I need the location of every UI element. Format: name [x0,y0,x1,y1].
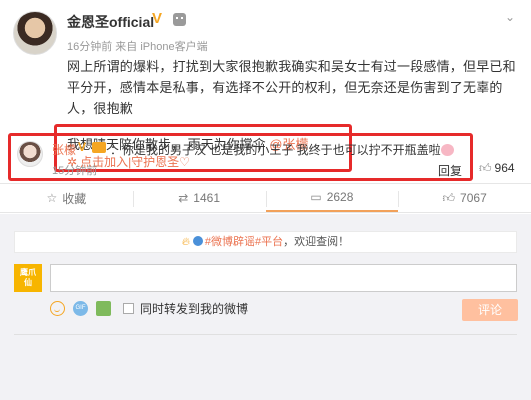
notice-banner[interactable]: 🔥︎ #微博辟谣#平台，欢迎查阅！ [14,231,517,253]
highlight-box [8,133,473,181]
robot-icon [173,13,186,26]
star-icon: ☆ [46,191,58,205]
post-meta: 16分钟前 来自 iPhone客户端 [67,41,208,53]
comment-count: 2628 [326,190,354,204]
like-button[interactable]: 👍︎ 7067 [398,184,531,212]
submit-comment-button[interactable]: 评论 [462,299,518,321]
repost-button[interactable]: ⇄ 1461 [132,184,266,212]
composer-tools: GIF 同时转发到我的微博 [50,300,248,317]
repost-checkbox-label: 同时转发到我的微博 [140,302,249,316]
current-user-avatar: 鹰爪仙 [14,264,42,292]
comment-section: 🔥︎ #微博辟谣#平台，欢迎查阅！ 鹰爪仙 GIF 同时转发到我的微博 评论 [0,214,531,400]
comment-button[interactable]: ▭ 2628 [265,184,399,212]
fire-icon: 🔥︎ [181,236,190,248]
comment-icon: ▭ [310,190,322,204]
repost-count: 1461 [193,191,220,205]
comment-input[interactable] [50,264,517,292]
favorite-button[interactable]: ☆ 收藏 [0,184,133,212]
verified-icon: V [152,10,163,27]
thumbs-up-icon: 👍︎ [479,161,492,175]
repost-icon: ⇄ [178,191,189,205]
author-name[interactable]: 金恩圣official [67,12,154,32]
repost-checkbox[interactable] [123,303,134,314]
notice-suffix: ，欢迎查阅！ [283,236,350,248]
notice-tag[interactable]: #微博辟谣#平台 [205,236,283,248]
like-count: 7067 [460,191,487,205]
post-actions: ☆ 收藏 ⇄ 1461 ▭ 2628 👍︎ 7067 [0,183,531,213]
lock-icon [192,236,203,246]
comment-like-button[interactable]: 👍︎ 964 [479,161,515,176]
post-text: 网上所谓的爆料，打扰到大家很抱歉我确实和吴女士有过一段感情，但早已和平分开，感情… [67,59,516,116]
comment-like-count: 964 [494,161,515,175]
favorite-label: 收藏 [62,191,87,206]
divider [14,334,517,335]
emoji-icon[interactable] [50,301,65,316]
image-icon[interactable] [96,301,111,316]
thumbs-up-icon: 👍︎ [442,190,456,205]
chevron-down-icon[interactable]: ⌄ [505,10,517,24]
gif-icon[interactable]: GIF [73,301,88,316]
author-avatar[interactable] [13,11,57,55]
